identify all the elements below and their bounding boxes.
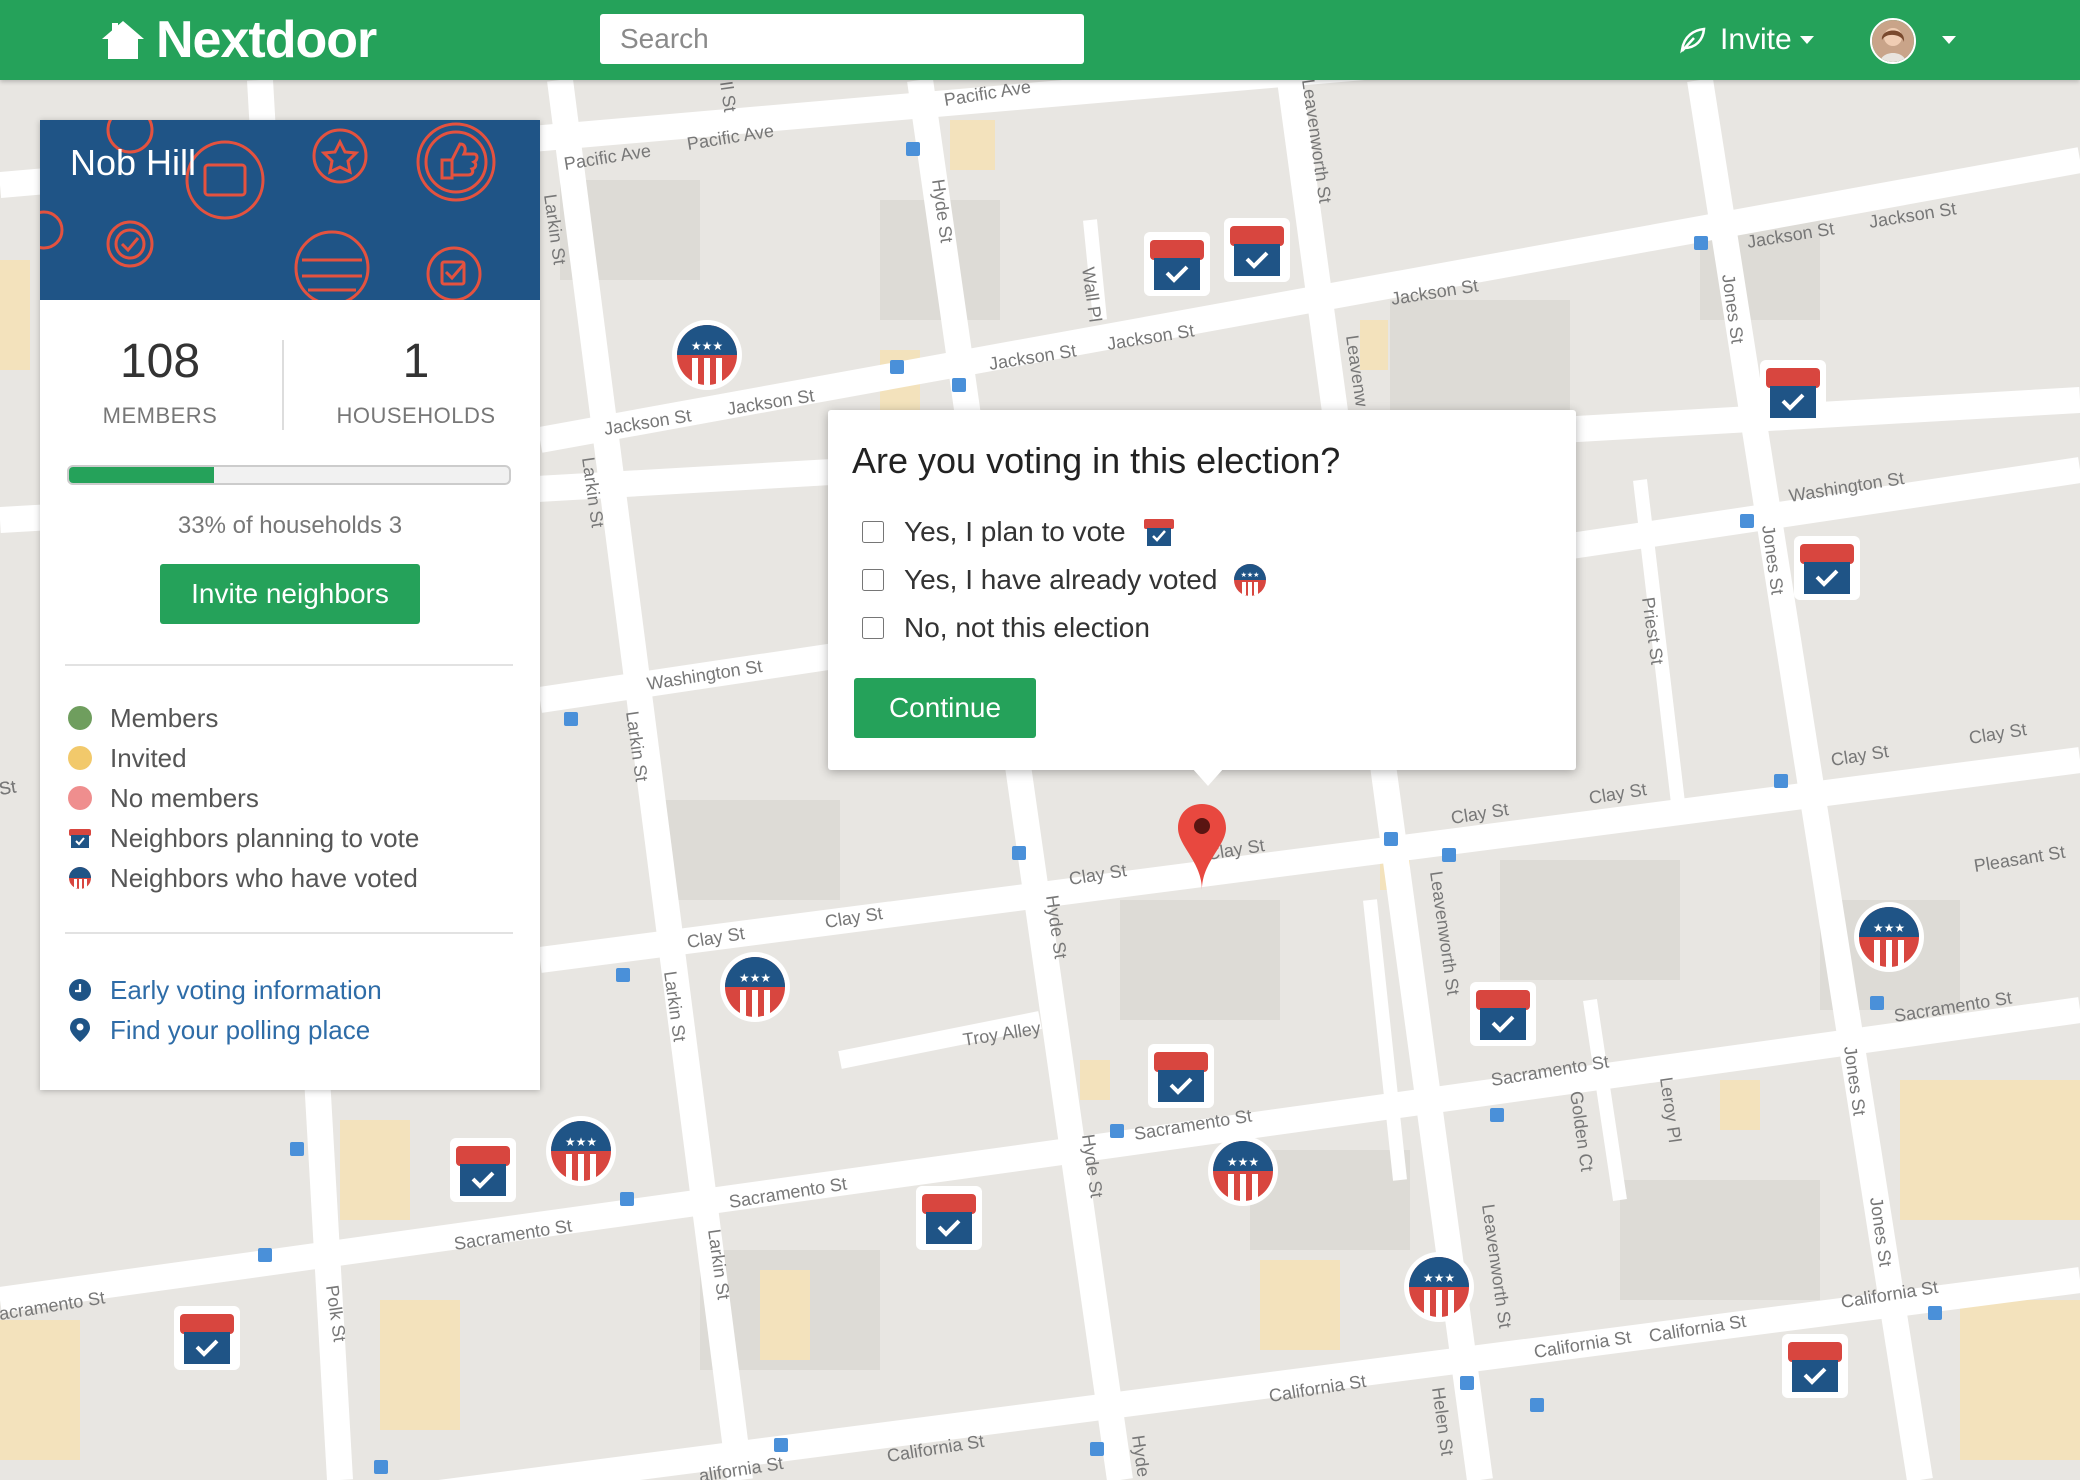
svg-text:★★★: ★★★ [1423, 1271, 1455, 1285]
members-count: 108 [119, 335, 201, 388]
svg-text:★★★: ★★★ [1227, 1155, 1259, 1169]
ballot-box-marker[interactable] [1790, 530, 1864, 604]
voted-badge-marker[interactable]: ★★★ [1402, 1250, 1476, 1324]
voted-badge-marker[interactable]: ★★★ [718, 950, 792, 1024]
progress-fill [69, 467, 215, 483]
legend-label: Neighbors who have voted [110, 862, 418, 893]
voted-badge-icon [69, 867, 91, 889]
svg-text:★★★: ★★★ [1241, 571, 1260, 579]
legend-item-members: Members [68, 698, 419, 738]
option-plan-to-vote[interactable]: Yes, I plan to vote [862, 512, 1176, 552]
households-progress-bar [67, 465, 511, 485]
households-count: 1 [402, 335, 430, 388]
not-voting-checkbox[interactable] [862, 617, 884, 639]
account-chevron-down-icon[interactable] [1942, 36, 1956, 44]
ballot-box-marker[interactable] [1220, 212, 1294, 286]
progress-text: 33% of households 3 [177, 512, 403, 539]
stat-divider [282, 340, 284, 430]
yellow-dot-icon [68, 746, 92, 770]
early-voting-label: Early voting information [110, 974, 382, 1005]
plan-to-vote-checkbox[interactable] [862, 521, 884, 543]
legend-item-no-members: No members [68, 778, 419, 818]
map-pin-icon [70, 1018, 90, 1042]
voted-badge-marker[interactable]: ★★★ [544, 1114, 618, 1188]
legend-item-planning: Neighbors planning to vote [68, 818, 419, 858]
voted-badge-marker[interactable]: ★★★ [1852, 900, 1926, 974]
members-label: MEMBERS [102, 403, 218, 428]
neighborhood-panel: Nob Hill 108 MEMBERS 1 HOUSEHOLDS 33% of… [40, 120, 540, 1090]
voting-links: Early voting information Find your polli… [68, 970, 382, 1050]
ballot-box-marker[interactable] [1756, 354, 1830, 428]
voted-badge-marker[interactable]: ★★★ [1206, 1134, 1280, 1208]
chevron-down-icon [1799, 36, 1814, 44]
voting-question-popup: Are you voting in this election? Yes, I … [828, 410, 1576, 770]
svg-text:★★★: ★★★ [565, 1135, 597, 1149]
households-label: HOUSEHOLDS [336, 403, 496, 428]
nextdoor-logo[interactable]: Nextdoor [100, 11, 377, 69]
popup-question: Are you voting in this election? [852, 440, 1341, 481]
user-photo [1872, 20, 1914, 62]
ballot-box-icon [1143, 519, 1174, 546]
ballot-box-marker[interactable] [1144, 1038, 1218, 1112]
green-dot-icon [68, 706, 92, 730]
legend-label: Neighbors planning to vote [110, 822, 420, 853]
ballot-box-marker[interactable] [1466, 976, 1540, 1050]
house-icon [102, 21, 144, 59]
ballot-box-marker[interactable] [1140, 226, 1214, 300]
neighborhood-name: Nob Hill [70, 142, 197, 183]
divider [65, 932, 513, 934]
leaf-icon [1680, 27, 1706, 54]
invite-label: Invite [1720, 23, 1792, 56]
option-not-voting[interactable]: No, not this election [862, 608, 1150, 648]
map-label-partial-st: St [0, 777, 17, 799]
option-label: Yes, I have already voted [904, 564, 1218, 595]
red-dot-icon [68, 786, 92, 810]
legend-label: Invited [110, 742, 187, 773]
ballot-box-marker[interactable] [446, 1132, 520, 1206]
brand-name: Nextdoor [156, 11, 377, 69]
clock-icon [69, 979, 91, 1001]
legend-item-invited: Invited [68, 738, 419, 778]
option-already-voted[interactable]: Yes, I have already voted ★★★ [862, 560, 1267, 600]
early-voting-link[interactable]: Early voting information [68, 970, 382, 1010]
members-stat: 108 MEMBERS [40, 334, 280, 429]
ballot-box-marker[interactable] [1778, 1328, 1852, 1402]
polling-place-link[interactable]: Find your polling place [68, 1010, 382, 1050]
households-stat: 1 HOUSEHOLDS [296, 334, 536, 429]
invite-neighbors-button[interactable]: Invite neighbors [160, 564, 420, 624]
voted-badge-icon: ★★★ [1234, 564, 1267, 596]
top-navigation-bar: Nextdoor Invite [0, 0, 2080, 80]
svg-text:★★★: ★★★ [1873, 921, 1905, 935]
option-label: No, not this election [904, 612, 1150, 643]
already-voted-checkbox[interactable] [862, 569, 884, 591]
ballot-box-marker[interactable] [912, 1180, 986, 1254]
search-input[interactable] [600, 14, 1084, 64]
option-label: Yes, I plan to vote [904, 516, 1126, 547]
map-legend: Members Invited No members Neighbors pla… [68, 698, 419, 898]
neighborhood-banner: Nob Hill [40, 120, 540, 300]
voted-badge-marker[interactable]: ★★★ [670, 318, 744, 392]
legend-label: Members [110, 702, 219, 733]
svg-text:★★★: ★★★ [691, 339, 723, 353]
polling-place-label: Find your polling place [110, 1014, 371, 1045]
legend-item-voted: Neighbors who have voted [68, 858, 419, 898]
divider [65, 664, 513, 666]
avatar[interactable] [1870, 18, 1916, 64]
map-label-partial-st-2: Il St [716, 80, 740, 113]
ballot-box-icon [69, 829, 91, 848]
svg-text:★★★: ★★★ [739, 971, 771, 985]
location-pin-icon[interactable] [1176, 802, 1228, 892]
continue-button[interactable]: Continue [854, 678, 1036, 738]
ballot-box-marker[interactable] [170, 1300, 244, 1374]
legend-label: No members [110, 782, 259, 813]
invite-menu[interactable]: Invite [1678, 22, 1814, 58]
popup-arrow [1192, 768, 1224, 786]
